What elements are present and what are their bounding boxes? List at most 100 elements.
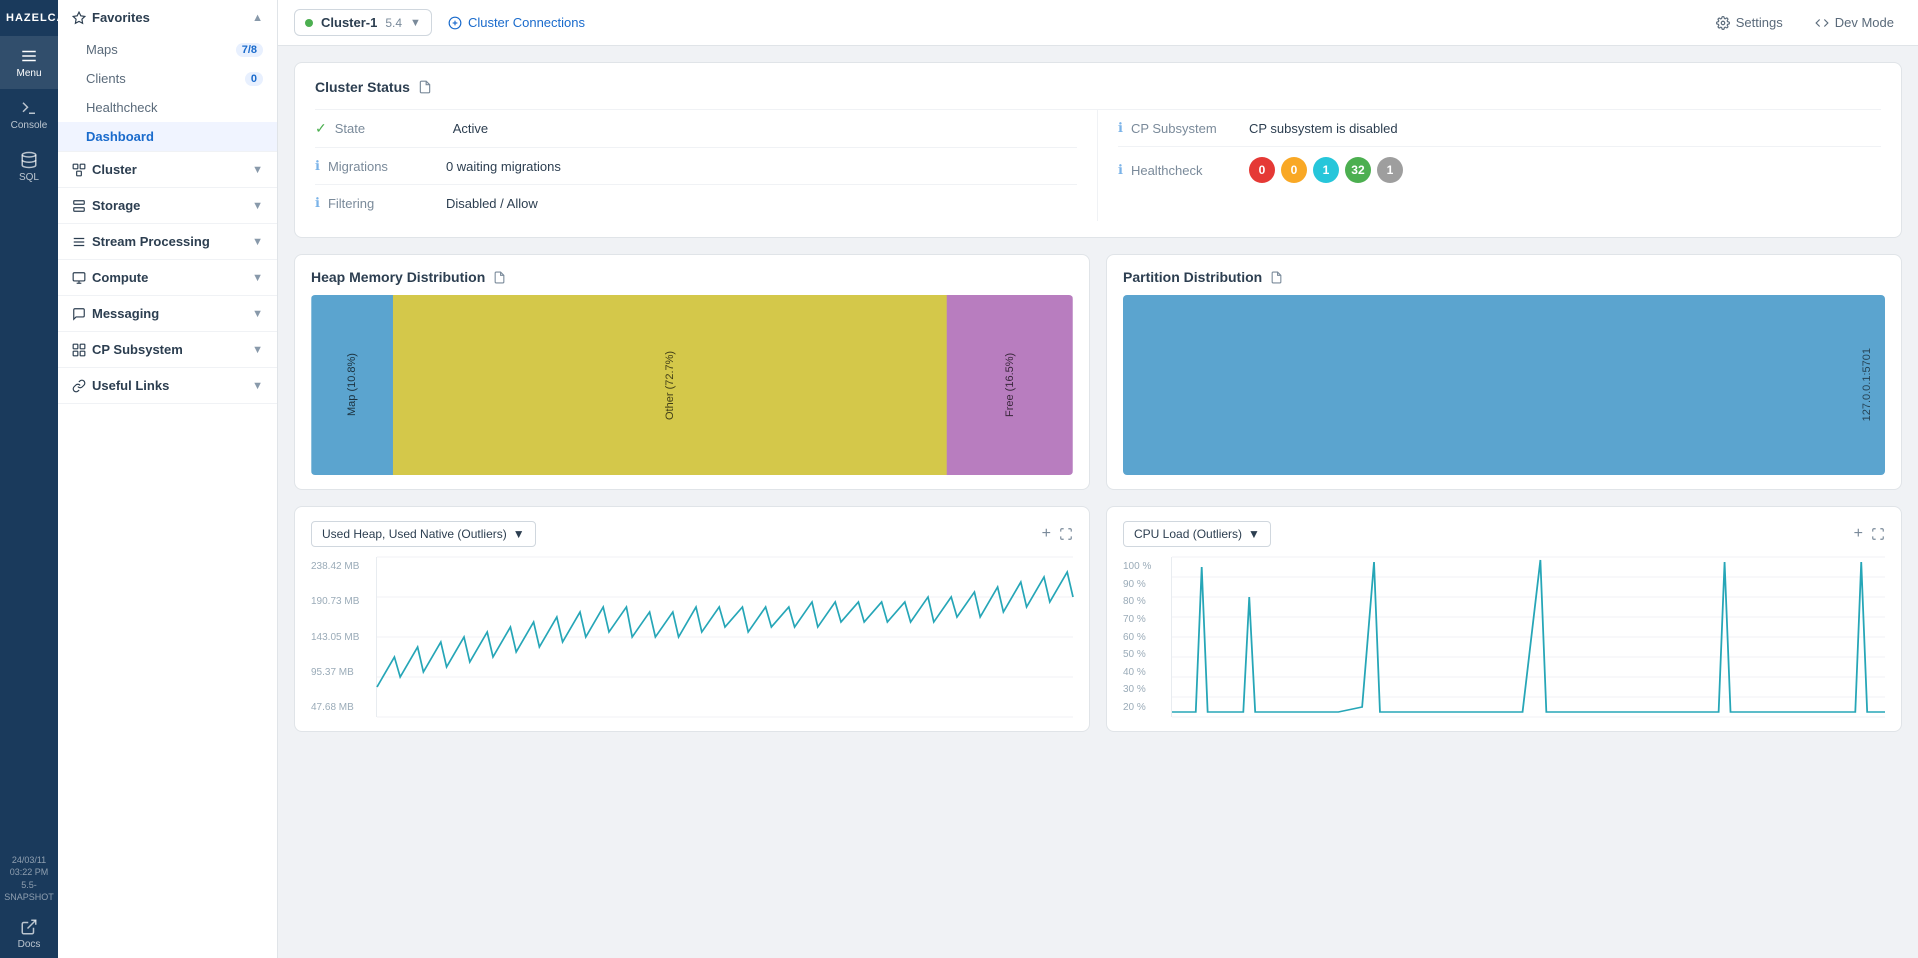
settings-label: Settings bbox=[1736, 15, 1783, 30]
partition-doc-icon[interactable] bbox=[1270, 271, 1283, 284]
rail-console[interactable]: Console bbox=[0, 89, 58, 141]
used-heap-actions: + bbox=[1042, 525, 1073, 543]
partition-card: Partition Distribution 127.0.0.1:5701 bbox=[1106, 254, 1902, 490]
heap-title: Heap Memory Distribution bbox=[311, 269, 1073, 285]
used-heap-select[interactable]: Used Heap, Used Native (Outliers) ▼ bbox=[311, 521, 536, 547]
maps-badge: 7/8 bbox=[236, 43, 263, 57]
dev-mode-button[interactable]: Dev Mode bbox=[1807, 10, 1902, 35]
used-heap-sparkline bbox=[377, 557, 1073, 717]
used-heap-add-icon[interactable]: + bbox=[1042, 525, 1051, 543]
cpu-load-add-icon[interactable]: + bbox=[1854, 525, 1863, 543]
compute-icon bbox=[72, 271, 86, 285]
sidebar-storage-header[interactable]: Storage ▼ bbox=[58, 188, 277, 223]
left-rail: HAZELCAST Menu Console SQL 24/03/11 03:2… bbox=[0, 0, 58, 958]
migrations-info-icon: ℹ bbox=[315, 158, 320, 174]
partition-chart: 127.0.0.1:5701 bbox=[1123, 295, 1885, 475]
content-area: Cluster Status ✓ State Active ℹ Migratio… bbox=[278, 46, 1918, 958]
link-icon bbox=[72, 379, 86, 393]
filtering-info-icon: ℹ bbox=[315, 195, 320, 211]
cpu-load-expand-icon[interactable] bbox=[1871, 527, 1885, 541]
hc-badge-red: 0 bbox=[1249, 157, 1275, 183]
docs-icon bbox=[20, 918, 38, 936]
cpu-load-sparkline bbox=[1172, 557, 1885, 717]
healthcheck-row: ℹ Healthcheck 0 0 1 32 1 bbox=[1118, 147, 1881, 193]
rail-console-label: Console bbox=[11, 120, 48, 131]
used-heap-yaxis: 238.42 MB 190.73 MB 143.05 MB 95.37 MB 4… bbox=[311, 557, 376, 717]
messaging-icon bbox=[72, 307, 86, 321]
settings-button[interactable]: Settings bbox=[1708, 10, 1791, 35]
hc-badge-cyan: 1 bbox=[1313, 157, 1339, 183]
console-icon bbox=[20, 99, 38, 117]
sidebar-section-compute: Compute ▼ bbox=[58, 260, 277, 296]
rail-sql[interactable]: SQL bbox=[0, 141, 58, 193]
dev-mode-label: Dev Mode bbox=[1835, 15, 1894, 30]
sidebar-messaging-header[interactable]: Messaging ▼ bbox=[58, 296, 277, 331]
filtering-label: Filtering bbox=[328, 196, 438, 211]
cpu-load-plot bbox=[1171, 557, 1885, 717]
ts-charts-row: Used Heap, Used Native (Outliers) ▼ + 23… bbox=[294, 506, 1902, 732]
cp-icon bbox=[72, 343, 86, 357]
sidebar-favorites-header[interactable]: Favorites ▲ bbox=[58, 0, 277, 35]
partition-title: Partition Distribution bbox=[1123, 269, 1885, 285]
migrations-label: Migrations bbox=[328, 159, 438, 174]
state-label: State bbox=[335, 121, 445, 136]
sidebar-item-clients[interactable]: Clients 0 bbox=[58, 64, 277, 93]
filtering-row: ℹ Filtering Disabled / Allow bbox=[315, 185, 1077, 221]
sidebar-links-header[interactable]: Useful Links ▼ bbox=[58, 368, 277, 403]
sidebar-section-favorites: Favorites ▲ Maps 7/8 Clients 0 Healthche… bbox=[58, 0, 277, 152]
cpu-load-select[interactable]: CPU Load (Outliers) ▼ bbox=[1123, 521, 1271, 547]
sidebar-item-dashboard[interactable]: Dashboard bbox=[58, 122, 277, 151]
charts-row-top: Heap Memory Distribution Map (10.8%) Oth… bbox=[294, 254, 1902, 490]
rail-docs[interactable]: Docs bbox=[0, 910, 58, 958]
sidebar-section-messaging: Messaging ▼ bbox=[58, 296, 277, 332]
hc-badge-gray: 1 bbox=[1377, 157, 1403, 183]
rail-menu[interactable]: Menu bbox=[0, 37, 58, 89]
compute-chevron: ▼ bbox=[252, 272, 263, 284]
storage-chevron: ▼ bbox=[252, 200, 263, 212]
partition-node-label: 127.0.0.1:5701 bbox=[1861, 348, 1873, 421]
sidebar-cluster-header[interactable]: Cluster ▼ bbox=[58, 152, 277, 187]
sql-icon bbox=[20, 151, 38, 169]
cluster-status-dot bbox=[305, 19, 313, 27]
cpu-load-chevron: ▼ bbox=[1248, 527, 1260, 541]
cluster-connections[interactable]: Cluster Connections bbox=[448, 15, 585, 30]
sidebar: Favorites ▲ Maps 7/8 Clients 0 Healthche… bbox=[58, 0, 278, 958]
hc-badge-yellow: 0 bbox=[1281, 157, 1307, 183]
menu-icon bbox=[20, 47, 38, 65]
cp-info-icon: ℹ bbox=[1118, 120, 1123, 136]
stream-icon bbox=[72, 235, 86, 249]
cpu-load-yaxis: 100 % 90 % 80 % 70 % 60 % 50 % 40 % 30 %… bbox=[1123, 557, 1171, 717]
state-row: ✓ State Active bbox=[315, 110, 1077, 148]
heap-doc-icon[interactable] bbox=[493, 271, 506, 284]
cluster-status-doc-icon[interactable] bbox=[418, 80, 432, 94]
used-heap-chart: 238.42 MB 190.73 MB 143.05 MB 95.37 MB 4… bbox=[311, 557, 1073, 717]
sidebar-stream-header[interactable]: Stream Processing ▼ bbox=[58, 224, 277, 259]
sidebar-item-healthcheck[interactable]: Healthcheck bbox=[58, 93, 277, 122]
sidebar-compute-header[interactable]: Compute ▼ bbox=[58, 260, 277, 295]
used-heap-expand-icon[interactable] bbox=[1059, 527, 1073, 541]
rail-bottom: 24/03/11 03:22 PM 5.5-SNAPSHOT Docs bbox=[0, 848, 58, 958]
used-heap-plot bbox=[376, 557, 1073, 717]
state-value: Active bbox=[453, 121, 488, 136]
cluster-icon bbox=[72, 163, 86, 177]
heap-map-segment: Map (10.8%) bbox=[311, 295, 393, 475]
heap-memory-card: Heap Memory Distribution Map (10.8%) Oth… bbox=[294, 254, 1090, 490]
messaging-chevron: ▼ bbox=[252, 308, 263, 320]
filtering-value: Disabled / Allow bbox=[446, 196, 538, 211]
cluster-dropdown-icon: ▼ bbox=[410, 17, 421, 29]
heap-free-segment: Free (16.5%) bbox=[947, 295, 1073, 475]
cpu-load-header: CPU Load (Outliers) ▼ + bbox=[1123, 521, 1885, 547]
cp-subsystem-label: CP Subsystem bbox=[1131, 121, 1241, 136]
cpu-load-card: CPU Load (Outliers) ▼ + 100 % 90 % 80 % … bbox=[1106, 506, 1902, 732]
app-logo: HAZELCAST bbox=[6, 12, 52, 24]
hc-badge-green: 32 bbox=[1345, 157, 1371, 183]
logo-area: HAZELCAST bbox=[0, 0, 58, 37]
rail-menu-label: Menu bbox=[16, 68, 41, 79]
healthcheck-info-icon: ℹ bbox=[1118, 162, 1123, 178]
sidebar-cp-header[interactable]: CP Subsystem ▼ bbox=[58, 332, 277, 367]
sidebar-item-maps[interactable]: Maps 7/8 bbox=[58, 35, 277, 64]
sidebar-section-storage: Storage ▼ bbox=[58, 188, 277, 224]
cluster-name: Cluster-1 bbox=[321, 15, 377, 30]
cluster-selector[interactable]: Cluster-1 5.4 ▼ bbox=[294, 9, 432, 36]
sidebar-section-links: Useful Links ▼ bbox=[58, 368, 277, 404]
